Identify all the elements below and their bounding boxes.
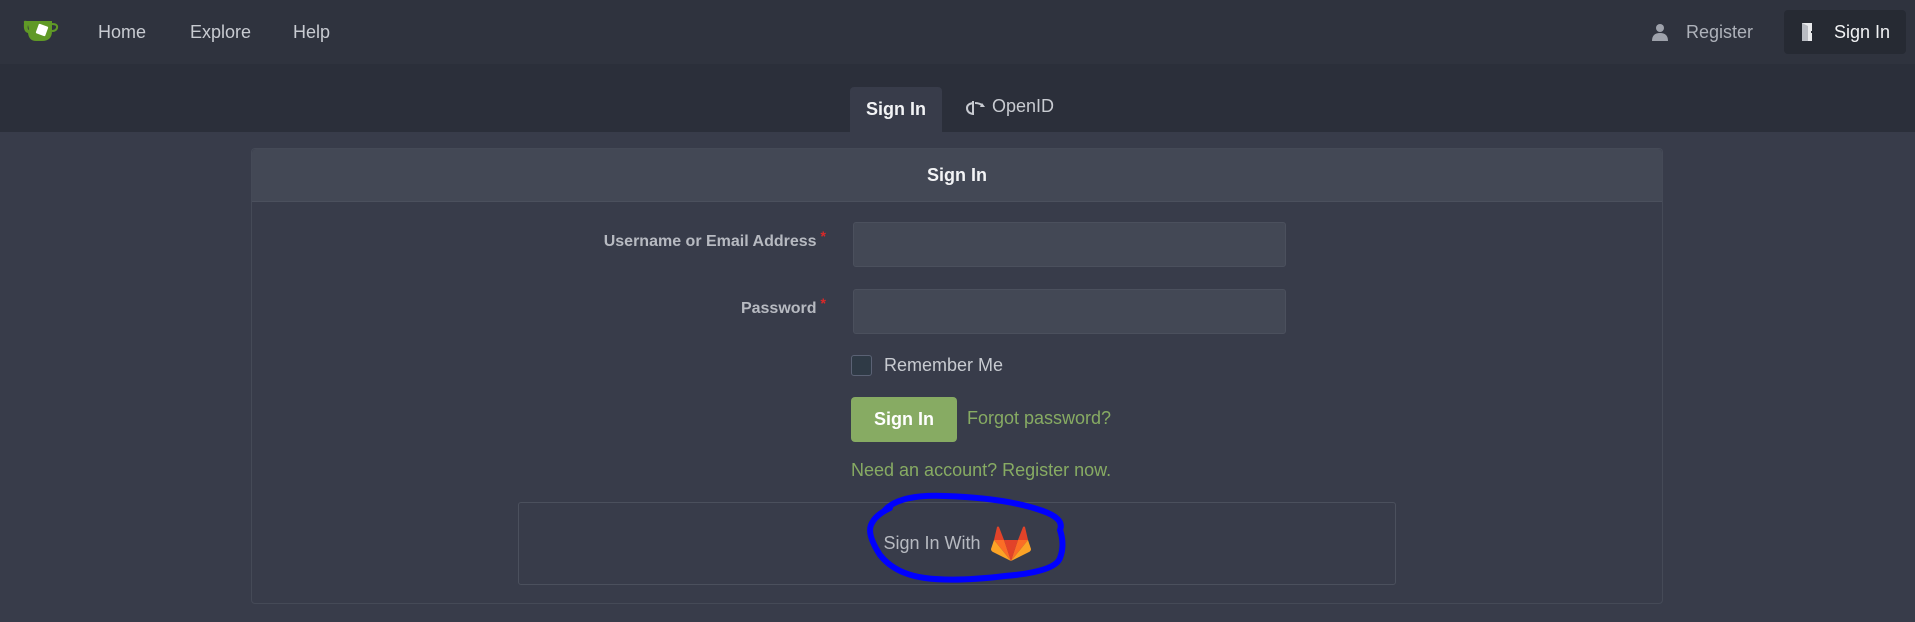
top-navbar: Home Explore Help Register Sign In [0, 0, 1915, 64]
tab-openid-label: OpenID [991, 96, 1055, 116]
required-marker: * [820, 295, 826, 311]
remember-me-checkbox[interactable] [851, 355, 872, 376]
nav-register-label: Register [1686, 21, 1754, 42]
gitea-logo-icon[interactable] [22, 18, 60, 44]
gitlab-signin-button[interactable] [990, 526, 1031, 562]
oauth-signin-section: Sign In With [518, 502, 1396, 585]
signin-card: Sign In Username or Email Address * Passw… [251, 148, 1663, 604]
tab-signin[interactable]: Sign In [850, 87, 942, 132]
username-label: Username or Email Address * [603, 228, 826, 251]
required-marker: * [820, 228, 826, 244]
forgot-password-link[interactable]: Forgot password? [967, 408, 1111, 429]
nav-explore-link[interactable]: Explore [190, 0, 251, 64]
sign-in-with-label: Sign In With [883, 533, 981, 553]
gitlab-icon [990, 526, 1031, 561]
tab-openid[interactable]: OpenID [960, 84, 1060, 129]
remember-me-toggle[interactable]: Remember Me [851, 355, 1003, 376]
register-now-link[interactable]: Need an account? Register now. [851, 460, 1111, 481]
password-label: Password * [740, 295, 826, 318]
sign-in-icon [1800, 22, 1818, 42]
nav-signin-link[interactable]: Sign In [1784, 10, 1907, 54]
signin-button[interactable]: Sign In [851, 397, 957, 442]
card-title: Sign In [252, 149, 1662, 202]
nav-register-link[interactable]: Register [1652, 0, 1753, 64]
username-label-text: Username or Email Address [603, 233, 817, 250]
password-input[interactable] [853, 289, 1286, 334]
person-icon [1652, 23, 1668, 41]
password-label-text: Password [740, 300, 817, 317]
remember-me-label: Remember Me [884, 355, 1004, 375]
username-input[interactable] [853, 222, 1286, 267]
openid-icon [965, 99, 986, 115]
auth-tab-bar: Sign In OpenID [0, 64, 1915, 132]
nav-help-link[interactable]: Help [293, 0, 330, 64]
nav-home-link[interactable]: Home [98, 0, 146, 64]
nav-signin-label: Sign In [1834, 21, 1891, 42]
